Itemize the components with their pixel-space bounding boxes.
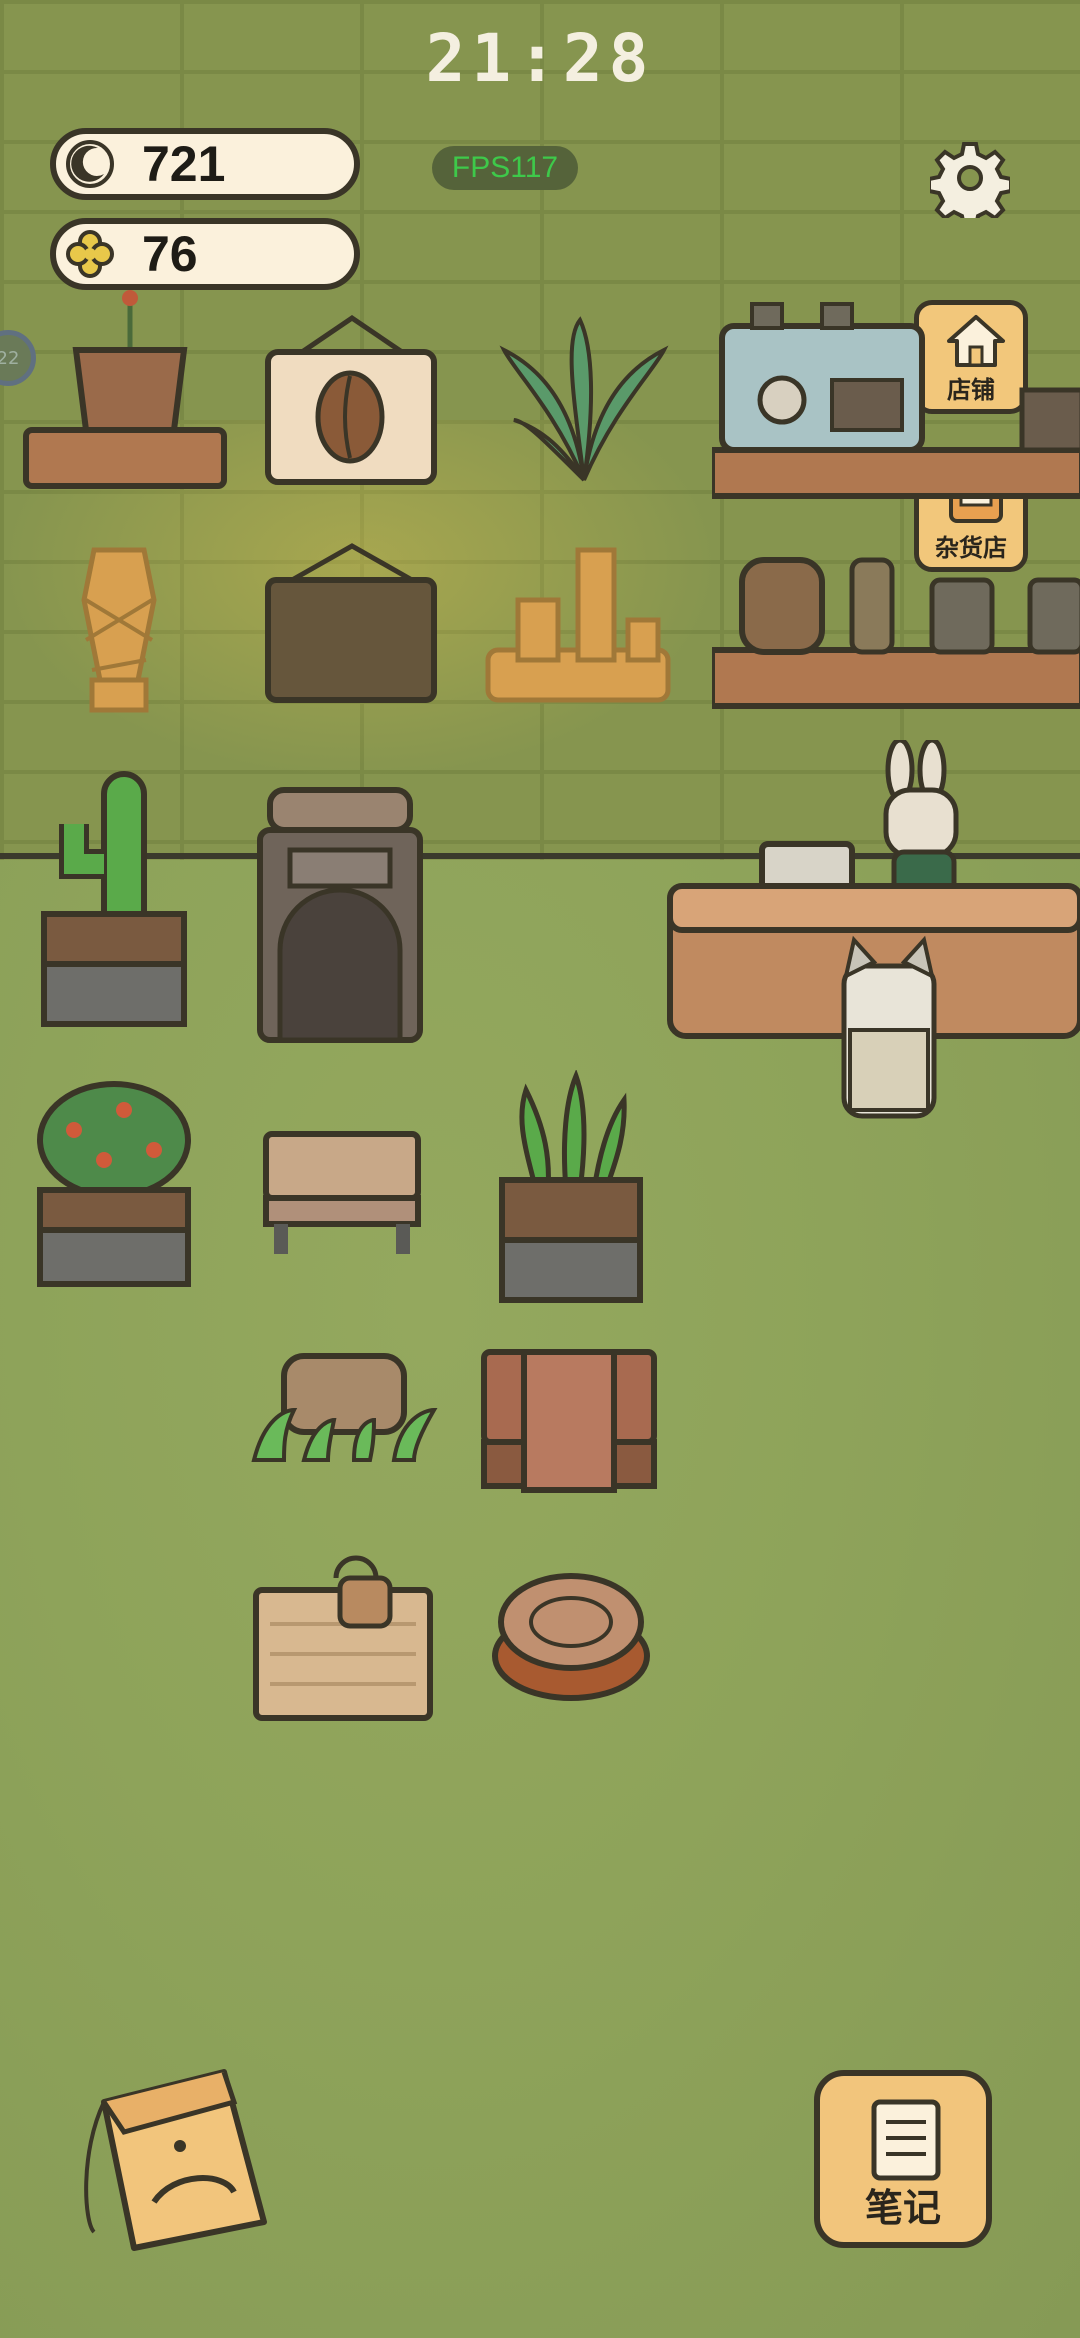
clover-amount: 76 xyxy=(142,226,198,282)
blank-hanging-board[interactable] xyxy=(262,540,442,710)
tree-stump-seat[interactable] xyxy=(488,1566,654,1706)
shop-counter[interactable] xyxy=(664,740,1080,1140)
notes-label: 笔记 xyxy=(864,2186,941,2230)
grass-planter[interactable] xyxy=(496,1070,646,1310)
sandcastle-ornament[interactable] xyxy=(478,540,678,710)
inventory-bag-button[interactable] xyxy=(74,2062,284,2252)
notebook-icon xyxy=(871,2099,941,2181)
grass-tuft-stump[interactable] xyxy=(244,1350,444,1470)
cactus-planter[interactable] xyxy=(34,764,194,1034)
wrapped-vase[interactable] xyxy=(64,540,174,720)
game-scene: 21:28 FPS117 721 76 22 店铺 杂货店 笔记 xyxy=(0,0,1080,2338)
coffee-machine-counter[interactable] xyxy=(712,300,1080,500)
moon-icon xyxy=(66,140,114,188)
picnic-mat-basket[interactable] xyxy=(250,1554,436,1724)
cat-customer xyxy=(841,935,937,1119)
potted-sprout-stand[interactable] xyxy=(20,290,230,500)
moon-currency[interactable]: 721 xyxy=(50,128,360,200)
settings-gear-icon[interactable] xyxy=(930,138,1010,218)
rabbit-clerk xyxy=(883,740,959,905)
moon-amount: 721 xyxy=(142,136,226,192)
clock: 21:28 xyxy=(425,20,655,97)
fps-counter: FPS117 xyxy=(432,146,578,190)
hanging-fern[interactable] xyxy=(494,310,674,490)
notes-button[interactable]: 笔记 xyxy=(814,2070,992,2248)
wooden-bench[interactable] xyxy=(260,1128,424,1258)
clover-currency[interactable]: 76 xyxy=(50,218,360,290)
clover-icon xyxy=(66,230,114,278)
wooden-crate-table[interactable] xyxy=(478,1346,660,1496)
stone-oven[interactable] xyxy=(250,780,430,1050)
coffee-bean-sign[interactable] xyxy=(262,312,442,492)
jar-shelf[interactable] xyxy=(712,540,1080,710)
berry-bush-planter[interactable] xyxy=(34,1080,194,1290)
